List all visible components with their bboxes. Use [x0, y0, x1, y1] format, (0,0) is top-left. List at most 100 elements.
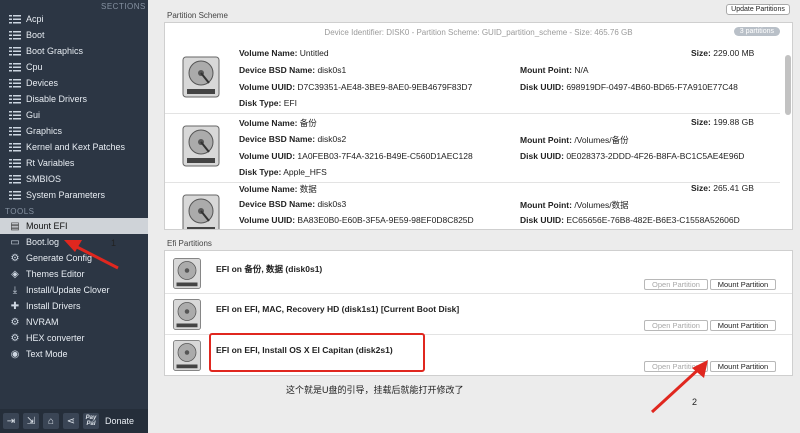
mount-point-label: Mount Point: [520, 200, 572, 210]
scrollbar[interactable] [783, 51, 791, 227]
theme-icon: ◈ [11, 268, 19, 280]
annotation-highlight-box [209, 333, 425, 372]
tool-text-mode[interactable]: ◉ Text Mode [0, 346, 148, 362]
window-icon: ▭ [10, 236, 20, 248]
open-partition-button[interactable]: Open Partition [644, 279, 708, 290]
wrench-icon: ✚ [10, 300, 20, 312]
size-value: 265.41 GB [713, 183, 754, 193]
disk-type-value: Apple_HFS [283, 167, 327, 177]
disk-type-label: Disk Type: [239, 167, 282, 177]
exit-icon[interactable]: ⇥ [3, 413, 19, 429]
paypal-icon[interactable]: Pay Pal [83, 413, 99, 429]
disk-uuid-label: Disk UUID: [520, 82, 564, 92]
tool-nvram[interactable]: ⚙ NVRAM [0, 314, 148, 330]
volume-name-value: 数据 [299, 184, 317, 194]
tool-label: NVRAM [26, 317, 59, 327]
mount-partition-button[interactable]: Mount Partition [710, 320, 776, 331]
sidebar-item-label: Boot [26, 30, 45, 40]
mount-point-value: /Volumes/数据 [574, 200, 629, 210]
volume-name-label: Volume Name: [239, 184, 298, 194]
volume-uuid-value: BA83E0B0-E60B-3F5A-9E59-98EF0D8C825D [297, 215, 474, 225]
donate-link[interactable]: Donate [105, 416, 134, 426]
list-icon [9, 61, 21, 73]
sidebar-item-rt-variables[interactable]: Rt Variables [0, 155, 148, 171]
tool-label: Boot.log [26, 237, 60, 247]
gear-icon: ⚙ [10, 252, 20, 264]
disk-uuid-value: EC65656E-76B8-482E-B6E3-C1558A52606D [566, 215, 740, 225]
import-icon[interactable]: ⇲ [23, 413, 39, 429]
list-icon [9, 157, 21, 169]
tool-generate-config[interactable]: ⚙ Generate Config [0, 250, 148, 266]
tool-label: HEX converter [26, 333, 85, 343]
mount-partition-button[interactable]: Mount Partition [710, 279, 776, 290]
sidebar: SECTIONS Acpi Boot Boot Graphics Cpu Dev… [0, 0, 148, 433]
volume-uuid-label: Volume UUID: [239, 151, 296, 161]
volume-name-value: 备份 [299, 118, 317, 128]
sidebar-item-smbios[interactable]: SMBIOS [0, 171, 148, 187]
scrollbar-thumb[interactable] [785, 55, 791, 115]
size-label: Size: [691, 117, 711, 127]
open-partition-button[interactable]: Open Partition [644, 361, 708, 372]
open-partition-button[interactable]: Open Partition [644, 320, 708, 331]
sidebar-item-devices[interactable]: Devices [0, 75, 148, 91]
share-icon[interactable]: ⋖ [63, 413, 79, 429]
mount-point-value: N/A [574, 65, 589, 75]
efi-partitions-label: Efi Partitions [167, 239, 212, 248]
device-bsd-value: disk0s1 [317, 65, 347, 75]
volume-name-label: Volume Name: [239, 118, 298, 128]
tool-label: Mount EFI [26, 221, 68, 231]
device-identifier: Device Identifier: DISK0 - Partition Sch… [324, 28, 633, 37]
sidebar-item-label: Devices [26, 78, 59, 88]
partition-scheme-label: Partition Scheme [167, 11, 228, 20]
efi-row: EFI on 备份, 数据 (disk0s1) Open Partition M… [165, 253, 792, 294]
disk-uuid-label: Disk UUID: [520, 151, 564, 161]
list-icon [9, 141, 21, 153]
sidebar-item-label: Cpu [26, 62, 43, 72]
tool-label: Generate Config [26, 253, 93, 263]
sidebar-item-kernel-kext-patches[interactable]: Kernel and Kext Patches [0, 139, 148, 155]
sidebar-item-system-parameters[interactable]: System Parameters [0, 187, 148, 203]
tool-install-update-clover[interactable]: ⤓ Install/Update Clover [0, 282, 148, 298]
sidebar-item-label: Acpi [26, 14, 44, 24]
tool-install-drivers[interactable]: ✚ Install Drivers [0, 298, 148, 314]
size-label: Size: [691, 48, 711, 58]
tool-label: Install Drivers [26, 301, 81, 311]
sidebar-item-graphics[interactable]: Graphics [0, 123, 148, 139]
tool-boot-log[interactable]: ▭ Boot.log [0, 234, 148, 250]
mount-point-value: /Volumes/备份 [574, 135, 629, 145]
sidebar-item-disable-drivers[interactable]: Disable Drivers [0, 91, 148, 107]
sidebar-item-boot[interactable]: Boot [0, 27, 148, 43]
list-icon [9, 77, 21, 89]
drive-icon: ▤ [10, 220, 20, 232]
list-icon [9, 13, 21, 25]
mount-point-label: Mount Point: [520, 65, 572, 75]
update-partitions-button[interactable]: Update Partitions [726, 4, 790, 15]
tool-themes-editor[interactable]: ◈ Themes Editor [0, 266, 148, 282]
hard-drive-icon [173, 299, 201, 330]
device-bsd-label: Device BSD Name: [239, 134, 316, 144]
annotation-marker-2: 2 [692, 397, 698, 407]
gear-icon: ⚙ [10, 316, 20, 328]
hard-drive-icon [182, 56, 220, 98]
list-icon [9, 189, 21, 201]
device-bsd-label: Device BSD Name: [239, 65, 316, 75]
partition-scheme-box: Device Identifier: DISK0 - Partition Sch… [164, 22, 793, 230]
sidebar-item-boot-graphics[interactable]: Boot Graphics [0, 43, 148, 59]
efi-title: EFI on 备份, 数据 (disk0s1) [216, 264, 323, 274]
hard-drive-icon [182, 194, 220, 229]
sidebar-item-gui[interactable]: Gui [0, 107, 148, 123]
volume-name-label: Volume Name: [239, 48, 298, 58]
sidebar-item-label: Rt Variables [26, 158, 75, 168]
size-value: 199.88 GB [713, 117, 754, 127]
tool-mount-efi[interactable]: ▤ Mount EFI [0, 218, 148, 234]
hard-drive-icon [182, 125, 220, 167]
sidebar-item-cpu[interactable]: Cpu [0, 59, 148, 75]
tool-hex-converter[interactable]: ⚙ HEX converter [0, 330, 148, 346]
paypal-line2: Pal [86, 421, 96, 427]
home-icon[interactable]: ⌂ [43, 413, 59, 429]
device-bsd-label: Device BSD Name: [239, 199, 316, 209]
mount-partition-button[interactable]: Mount Partition [710, 361, 776, 372]
volume-uuid-label: Volume UUID: [239, 82, 296, 92]
volume-name-value: Untitled [299, 48, 329, 58]
sidebar-item-acpi[interactable]: Acpi [0, 11, 148, 27]
